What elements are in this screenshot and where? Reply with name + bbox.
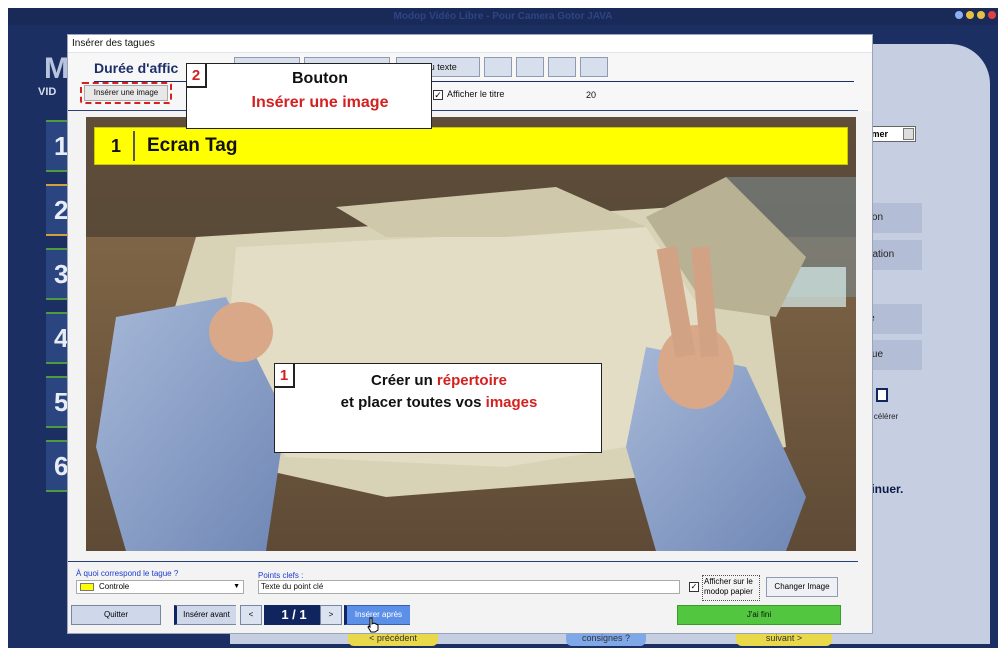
key-points-label: Points clefs : <box>258 571 304 580</box>
callout-highlight: répertoire <box>436 372 507 389</box>
callout-line: Créer un répertoire <box>275 372 603 389</box>
show-on-paper-label: Afficher sur le modop papier <box>702 575 760 601</box>
color-swatch <box>80 583 94 591</box>
callout-insert-image: 2 Bouton Insérer une image <box>186 63 432 129</box>
accelerate-icon[interactable] <box>876 388 888 402</box>
duration-value: 20 <box>586 90 597 100</box>
window-controls <box>955 11 996 19</box>
next-page-button[interactable]: > <box>320 605 342 625</box>
tag-image-area[interactable]: 1 Ecran Tag 1 Créer un répertoire et pla… <box>86 117 856 551</box>
background-title-bar: Modop Vidéo Libre - Pour Camera Gotor JA… <box>8 8 998 25</box>
screen: Modop Vidéo Libre - Pour Camera Gotor JA… <box>0 0 1006 648</box>
insert-tags-dialog: Insérer des tagues Durée d'affic r du te… <box>67 34 873 634</box>
page-counter: 1 / 1 <box>264 605 324 625</box>
toolbar-button[interactable] <box>548 57 576 77</box>
callout-highlight: images <box>485 394 538 411</box>
quit-button[interactable]: Quitter <box>71 605 161 625</box>
toolbar-button[interactable] <box>516 57 544 77</box>
app-logo-sub: VID <box>38 86 57 98</box>
insert-before-button[interactable]: Insérer avant <box>174 605 236 625</box>
photo-image <box>86 117 856 551</box>
previous-page-button[interactable]: < <box>240 605 262 625</box>
window-dot-icon[interactable] <box>955 11 963 19</box>
title-banner: 1 Ecran Tag <box>94 127 848 165</box>
insert-image-button[interactable]: Insérer une image <box>84 85 168 101</box>
callout-create-folder: 1 Créer un répertoire et placer toutes v… <box>274 363 602 453</box>
hand-cursor-icon <box>367 617 379 633</box>
callout-text: et placer toutes vos <box>340 394 482 411</box>
toolbar-button[interactable] <box>580 57 608 77</box>
duration-label: Durée d'affic <box>94 60 179 76</box>
tag-type-select[interactable]: Controle ▼ <box>76 580 244 594</box>
banner-title: Ecran Tag <box>147 135 238 156</box>
bottom-divider <box>68 561 858 562</box>
banner-number: 1 <box>99 131 135 161</box>
window-dot-icon[interactable] <box>977 11 985 19</box>
finish-button[interactable]: J'ai fini <box>677 605 841 625</box>
callout-text: Créer un <box>371 372 433 389</box>
chevron-down-icon <box>903 128 914 140</box>
callout-title: Bouton <box>292 70 348 87</box>
show-title-label: Afficher le titre <box>447 89 505 99</box>
bottom-panel: À quoi correspond le tague ? Controle ▼ … <box>68 555 872 633</box>
change-image-button[interactable]: Changer Image <box>766 577 838 597</box>
key-points-input[interactable]: Texte du point clé <box>258 580 680 594</box>
toolbar-button[interactable] <box>484 57 512 77</box>
tag-type-label: À quoi correspond le tague ? <box>76 569 179 578</box>
show-on-paper-checkbox[interactable]: ✓ <box>689 582 699 592</box>
callout-line: et placer toutes vos images <box>275 394 603 411</box>
dialog-title: Insérer des tagues <box>68 35 872 53</box>
callout-number: 2 <box>187 64 207 88</box>
window-dot-icon[interactable] <box>966 11 974 19</box>
show-title-checkbox[interactable]: ✓ <box>433 90 443 100</box>
window-dot-icon[interactable] <box>988 11 996 19</box>
callout-subtitle: Insérer une image <box>251 94 389 111</box>
tag-type-value: Controle <box>99 582 130 591</box>
app-logo: M <box>44 52 69 85</box>
chevron-down-icon: ▼ <box>233 583 240 590</box>
